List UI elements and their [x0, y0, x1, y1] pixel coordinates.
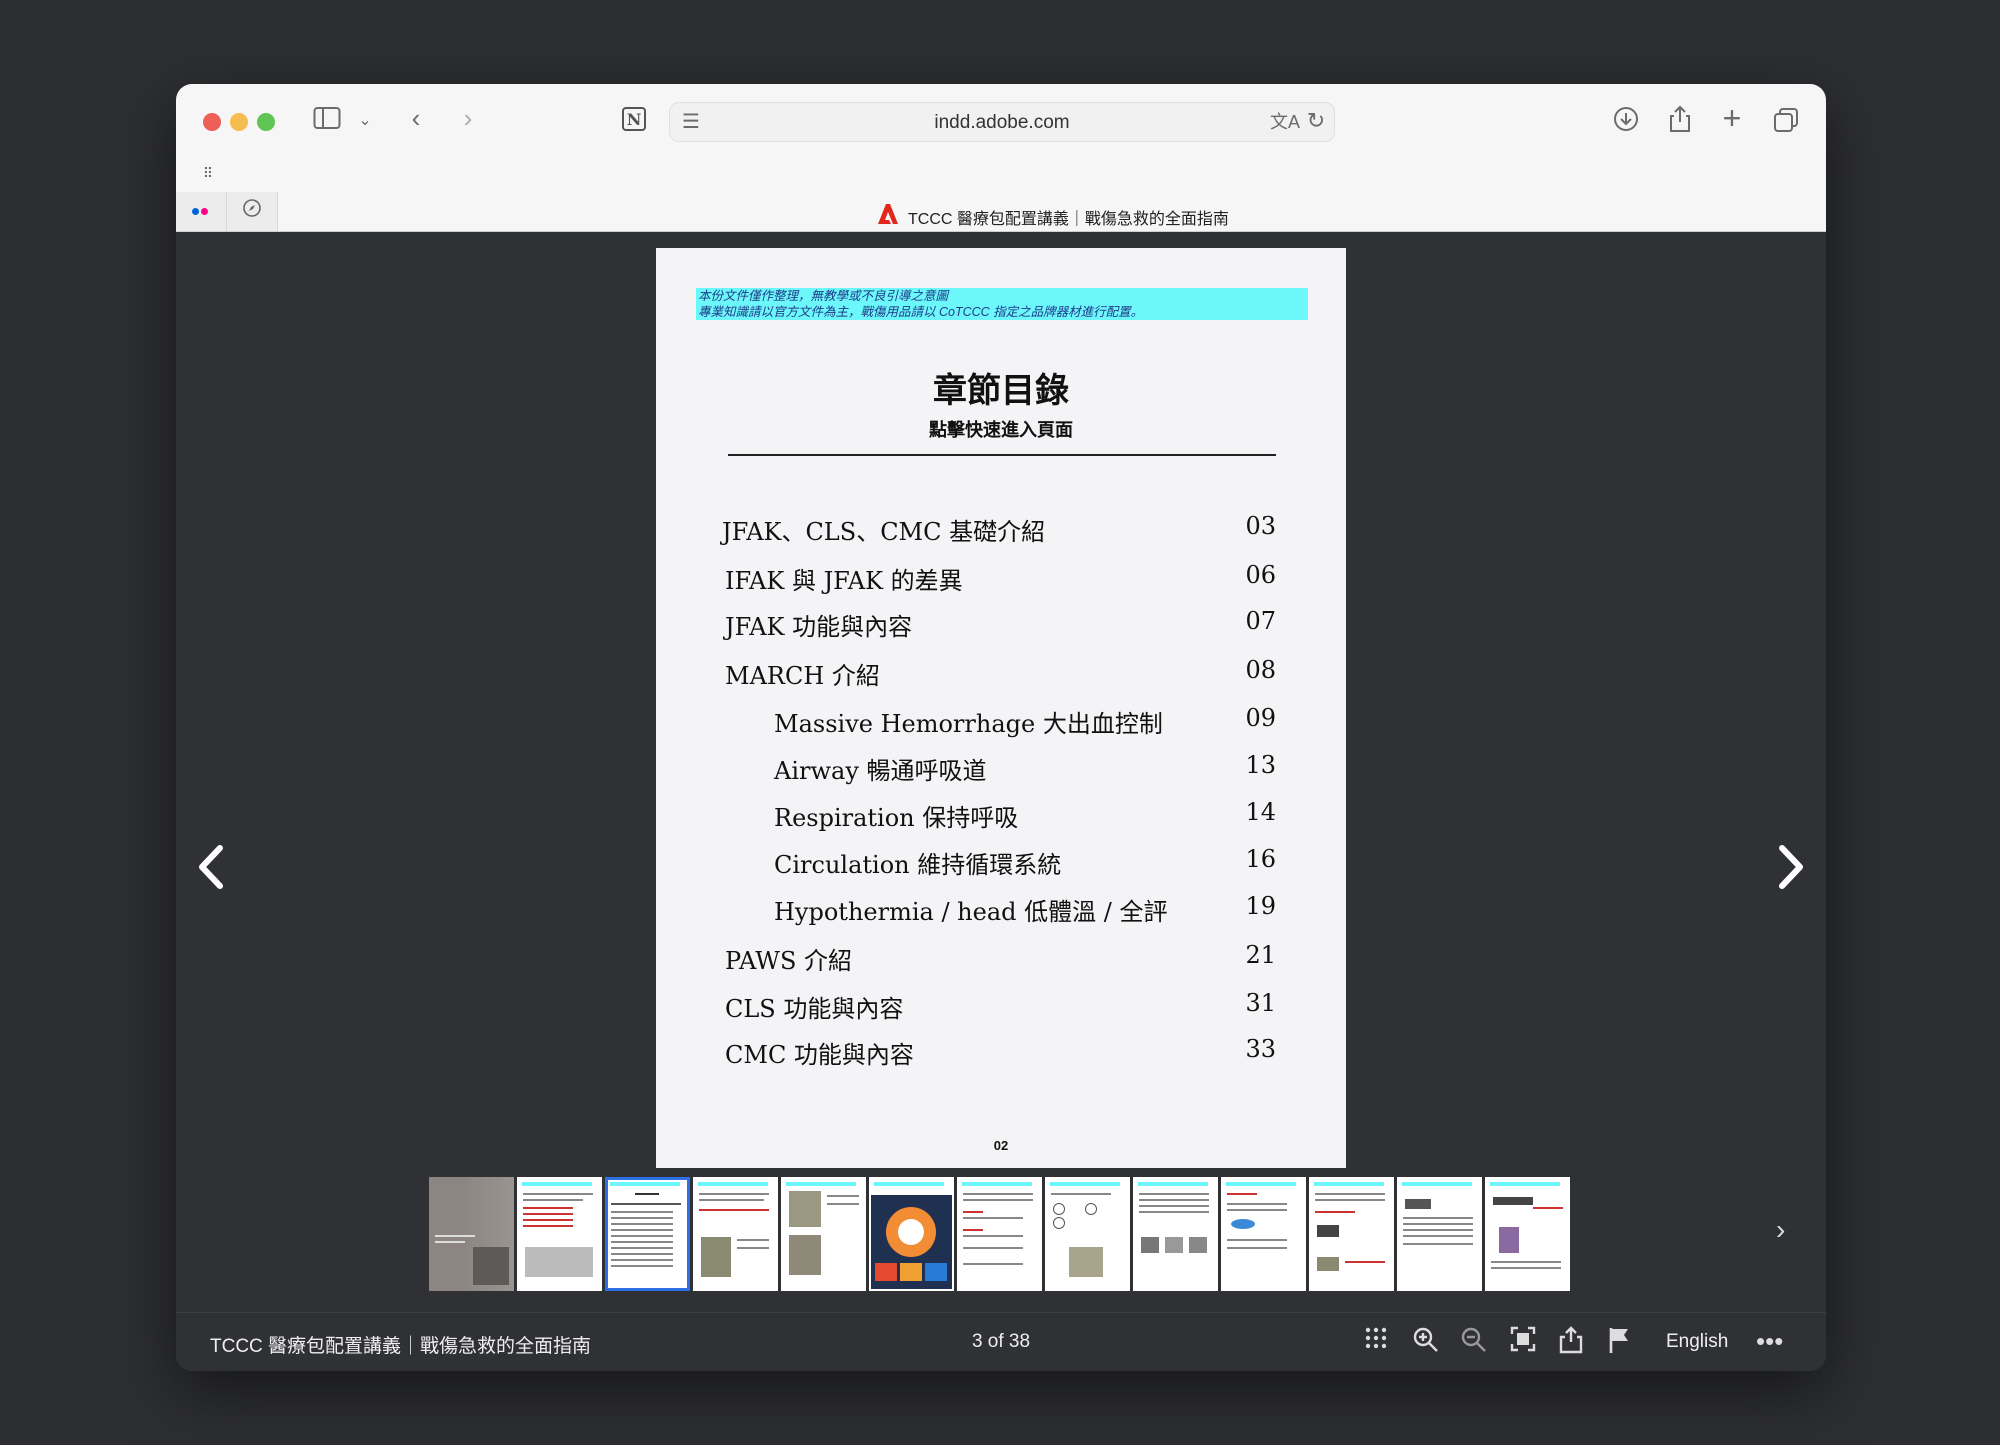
toc-entry-label: PAWS 介紹 — [725, 947, 853, 975]
page-thumbnail[interactable] — [1485, 1177, 1570, 1291]
toc-entry-label: Respiration 保持呼吸 — [774, 804, 1019, 832]
toc-entry-label: Hypothermia / head 低體溫 / 全評 — [774, 898, 1168, 926]
toc-entry[interactable]: IFAK 與 JFAK 的差異 06 — [656, 561, 1346, 597]
toc-entry[interactable]: MARCH 介紹 08 — [656, 656, 1346, 692]
page-thumbnail-current[interactable] — [605, 1177, 690, 1291]
language-selector[interactable]: English — [1666, 1331, 1728, 1353]
report-flag-icon[interactable] — [1608, 1326, 1632, 1360]
toc-entry[interactable]: JFAK、CLS、CMC 基礎介紹 03 — [656, 512, 1346, 548]
toc-entry-page: 13 — [1245, 751, 1276, 779]
download-icon[interactable] — [1610, 105, 1642, 139]
thumbnails-next-icon[interactable]: › — [1776, 1214, 1785, 1246]
reload-icon[interactable]: ↻ — [1304, 106, 1328, 136]
toc-entry-page: 21 — [1245, 941, 1276, 969]
url-text: indd.adobe.com — [934, 112, 1070, 133]
adobe-logo-icon — [876, 203, 900, 230]
page-thumbnail[interactable] — [957, 1177, 1042, 1291]
document-page: 本份文件僅作整理，無教學或不良引導之意圖 專業知識請以官方文件為主，戰傷用品請以… — [656, 248, 1346, 1168]
toc-entry-page: 03 — [1245, 512, 1276, 540]
thumbnail-strip — [429, 1177, 1570, 1291]
toc-entry-page: 16 — [1245, 845, 1276, 873]
toc-entry-label: MARCH 介紹 — [725, 662, 880, 690]
fit-page-icon[interactable] — [1510, 1326, 1536, 1358]
pinned-tab-flickr[interactable] — [176, 192, 227, 232]
toc-entry[interactable]: Massive Hemorrhage 大出血控制 09 — [656, 704, 1346, 740]
translate-icon[interactable]: 文A — [1270, 107, 1300, 137]
toc-entry-page: 09 — [1245, 704, 1276, 732]
browser-window: ⌄ ‹ › N ☰ indd.adobe.com 文A ↻ + ⠿ TCCC 醫… — [176, 84, 1826, 1371]
page-thumbnail[interactable] — [1397, 1177, 1482, 1291]
page-number: 02 — [993, 1138, 1009, 1153]
toc-entry-label: JFAK、CLS、CMC 基礎介紹 — [722, 518, 1046, 546]
page-thumbnail[interactable] — [781, 1177, 866, 1291]
compass-icon — [241, 197, 263, 227]
active-tab[interactable]: TCCC 醫療包配置講義｜戰傷急救的全面指南 — [876, 203, 1229, 230]
disclaimer-line-2: 專業知識請以官方文件為主，戰傷用品請以 CoTCCC 指定之品牌器材進行配置。 — [698, 305, 1144, 319]
forward-icon[interactable]: › — [456, 103, 480, 133]
toc-entry-page: 31 — [1245, 989, 1276, 1017]
toc-divider — [728, 454, 1276, 456]
toc-entry-label: Circulation 維持循環系統 — [774, 851, 1062, 879]
svg-text:N: N — [627, 110, 642, 129]
page-thumbnail[interactable] — [1309, 1177, 1394, 1291]
page-thumbnail[interactable] — [1045, 1177, 1130, 1291]
disclaimer-highlight: 本份文件僅作整理，無教學或不良引導之意圖 專業知識請以官方文件為主，戰傷用品請以… — [696, 288, 1308, 320]
toc-entry-page: 33 — [1245, 1035, 1276, 1063]
toc-entry[interactable]: Airway 暢通呼吸道 13 — [656, 751, 1346, 787]
toc-entry[interactable]: JFAK 功能與內容 07 — [656, 607, 1346, 643]
address-bar[interactable]: ☰ indd.adobe.com 文A ↻ — [669, 102, 1335, 142]
tab-title-text: TCCC 醫療包配置講義｜戰傷急救的全面指南 — [908, 210, 1229, 228]
zoom-out-icon[interactable] — [1460, 1326, 1488, 1360]
toc-entry-label: JFAK 功能與內容 — [725, 613, 913, 641]
close-window-button[interactable] — [203, 113, 221, 131]
share-icon[interactable] — [1664, 104, 1696, 140]
minimize-window-button[interactable] — [230, 113, 248, 131]
toc-entry-page: 19 — [1245, 892, 1276, 920]
toc-entry-label: CMC 功能與內容 — [725, 1041, 914, 1069]
pinned-tab-compass[interactable] — [227, 192, 278, 232]
toc-entry[interactable]: CLS 功能與內容 31 — [656, 989, 1346, 1025]
toc-entry-label: Massive Hemorrhage 大出血控制 — [774, 710, 1163, 738]
viewer-status-bar: TCCC 醫療包配置講義｜戰傷急救的全面指南 3 of 38 English •… — [176, 1312, 1826, 1371]
toc-entry-page: 06 — [1245, 561, 1276, 589]
toc-entry[interactable]: Circulation 維持循環系統 16 — [656, 845, 1346, 881]
toc-entry-page: 08 — [1245, 656, 1276, 684]
toc-entry-page: 14 — [1245, 798, 1276, 826]
zoom-in-icon[interactable] — [1412, 1326, 1440, 1360]
toc-entry-label: Airway 暢通呼吸道 — [774, 757, 987, 785]
previous-page-arrow[interactable] — [196, 844, 226, 899]
toc-entry-label: IFAK 與 JFAK 的差異 — [725, 567, 963, 595]
share-icon[interactable] — [1558, 1326, 1584, 1360]
toc-entry[interactable]: Hypothermia / head 低體溫 / 全評 19 — [656, 892, 1346, 928]
disclaimer-line-1: 本份文件僅作整理，無教學或不良引導之意圖 — [698, 289, 949, 303]
grid-view-icon[interactable] — [1364, 1326, 1388, 1356]
toc-subtitle: 點擊快速進入頁面 — [929, 420, 1073, 440]
more-options-icon[interactable]: ••• — [1756, 1326, 1783, 1356]
toc-entry[interactable]: CMC 功能與內容 33 — [656, 1035, 1346, 1071]
browser-toolbar: ⌄ ‹ › N ☰ indd.adobe.com 文A ↻ + ⠿ TCCC 醫… — [176, 84, 1826, 232]
toc-entry-label: CLS 功能與內容 — [725, 995, 904, 1023]
toc-title: 章節目錄 — [933, 371, 1069, 411]
chevron-down-icon[interactable]: ⌄ — [356, 106, 374, 136]
grid-icon[interactable]: ⠿ — [198, 158, 218, 188]
page-thumbnail[interactable] — [1133, 1177, 1218, 1291]
page-thumbnail[interactable] — [1221, 1177, 1306, 1291]
toc-entry[interactable]: PAWS 介紹 21 — [656, 941, 1346, 977]
new-tab-icon[interactable]: + — [1716, 102, 1748, 134]
tabs-overview-icon[interactable] — [1770, 106, 1802, 140]
toc-entry-page: 07 — [1245, 607, 1276, 635]
next-page-arrow[interactable] — [1776, 844, 1806, 899]
page-thumbnail[interactable] — [517, 1177, 602, 1291]
page-thumbnail[interactable] — [869, 1177, 954, 1291]
toc-entry[interactable]: Respiration 保持呼吸 14 — [656, 798, 1346, 834]
back-icon[interactable]: ‹ — [404, 103, 428, 133]
page-thumbnail[interactable] — [429, 1177, 514, 1291]
page-thumbnail[interactable] — [693, 1177, 778, 1291]
zoom-window-button[interactable] — [257, 113, 275, 131]
sidebar-icon[interactable] — [312, 106, 342, 136]
notion-icon[interactable]: N — [620, 106, 648, 138]
document-viewer: 本份文件僅作整理，無教學或不良引導之意圖 專業知識請以官方文件為主，戰傷用品請以… — [176, 232, 1826, 1371]
